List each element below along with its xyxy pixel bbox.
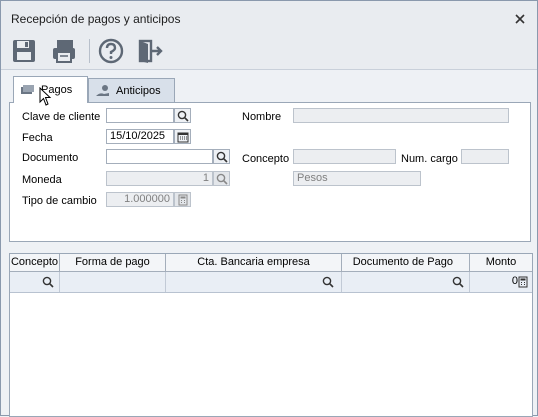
table-row[interactable]: 0 [10,272,532,293]
fecha-label: Fecha [22,132,53,144]
concepto-label: Concepto [242,153,290,165]
tipo-cambio-label: Tipo de cambio [22,195,97,207]
search-icon [322,276,334,288]
fecha-input[interactable]: 15/10/2025 [106,129,174,144]
num-cargo-label: Num. cargo [401,153,458,165]
save-button[interactable] [9,36,39,66]
column-header-concepto[interactable]: Concepto [10,254,60,271]
documento-pago-lookup-button[interactable] [450,274,465,289]
search-icon [452,276,464,288]
column-header-monto[interactable]: Monto [470,254,532,271]
monto-calculator-button[interactable] [515,274,530,289]
save-icon [13,40,35,62]
exit-button[interactable] [135,36,165,66]
concepto-field [293,149,396,164]
advance-icon [96,84,109,96]
moneda-lookup-button [213,171,230,186]
exit-icon [138,39,163,63]
documento-label: Documento [22,152,79,164]
column-header-forma-pago[interactable]: Forma de pago [60,254,166,271]
fecha-calendar-button[interactable] [174,129,191,144]
toolbar [1,33,537,70]
title-bar: Recepción de pagos y anticipos [1,1,537,33]
search-icon [216,151,228,163]
help-icon [98,38,124,64]
tabs-area: Pagos Anticipos Clave de cliente Nombre … [9,73,531,242]
calculator-icon [518,276,527,287]
mouse-cursor-icon [39,87,52,106]
search-icon [42,276,54,288]
cta-bancaria-cell[interactable] [166,272,342,292]
column-header-documento-pago[interactable]: Documento de Pago [342,254,470,271]
help-button[interactable] [96,36,126,66]
num-cargo-field [461,149,509,164]
documento-lookup-button[interactable] [213,149,230,164]
calendar-icon [177,132,188,142]
documento-pago-cell[interactable] [342,272,470,292]
moneda-description: Pesos [293,171,421,186]
payments-grid: Concepto Forma de pago Cta. Bancaria emp… [9,253,533,417]
tipo-cambio-calculator-button [174,192,191,207]
clave-cliente-input[interactable] [106,108,174,123]
toolbar-separator [89,39,90,63]
concepto-lookup-button[interactable] [40,274,55,289]
close-icon [515,14,525,24]
print-icon [53,40,75,63]
print-button[interactable] [49,36,79,66]
forma-pago-cell[interactable] [60,272,166,292]
clave-cliente-lookup-button[interactable] [174,108,191,123]
cta-bancaria-lookup-button[interactable] [320,274,335,289]
grid-header: Concepto Forma de pago Cta. Bancaria emp… [10,254,532,272]
nombre-label: Nombre [242,111,282,123]
moneda-label: Moneda [22,174,62,186]
search-icon [177,110,189,122]
tab-anticipos-label: Anticipos [116,84,161,97]
moneda-input: 1 [106,171,213,186]
column-header-cta-bancaria[interactable]: Cta. Bancaria empresa [166,254,342,271]
window-title: Recepción de pagos y anticipos [11,12,181,26]
monto-cell[interactable]: 0 [470,272,532,292]
nombre-field [293,108,509,123]
concepto-cell[interactable] [10,272,60,292]
tab-anticipos[interactable]: Anticipos [88,78,175,102]
calculator-icon [178,194,187,205]
tipo-cambio-input: 1.000000 [106,192,174,207]
pagos-panel: Clave de cliente Nombre Fecha 15/10/2025… [9,102,531,242]
documento-input[interactable] [106,149,213,164]
payment-icon [21,85,34,94]
payment-window: Recepción de pagos y anticipos Pagos Ant… [0,0,538,417]
close-button[interactable] [511,10,529,28]
search-icon [216,173,228,185]
clave-cliente-label: Clave de cliente [22,111,101,123]
